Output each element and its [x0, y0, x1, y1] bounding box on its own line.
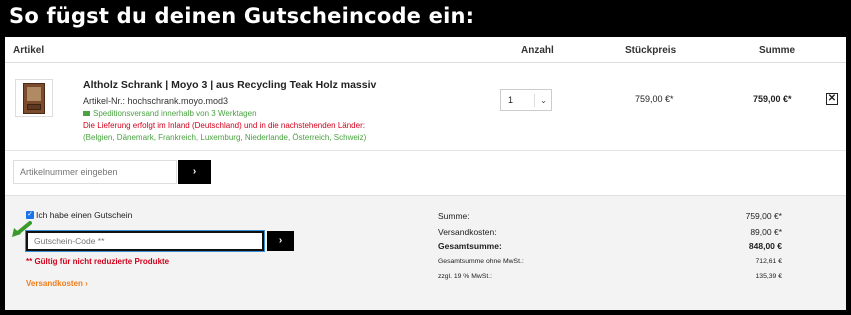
- article-number-input[interactable]: [13, 160, 177, 184]
- voucher-checkbox-label[interactable]: Ich habe einen Gutschein: [36, 210, 132, 220]
- checkout-summary-area: ✓ Ich habe einen Gutschein › ** Gültig f…: [5, 195, 846, 310]
- summary-summe-label: Summe:: [438, 211, 470, 221]
- close-icon[interactable]: ✕: [826, 93, 838, 105]
- table-row: Altholz Schrank | Moyo 3 | aus Recycling…: [5, 64, 846, 151]
- instruction-banner: So fügst du deinen Gutscheincode ein:: [0, 0, 851, 36]
- total-price: 759,00 €*: [753, 94, 792, 104]
- voucher-checkbox[interactable]: ✓: [26, 211, 34, 219]
- voucher-submit-button[interactable]: ›: [267, 231, 294, 251]
- summary-netto-value: 712,61 €: [755, 258, 782, 265]
- summary-gesamt-label: Gesamtsumme:: [438, 241, 502, 251]
- chevron-down-icon: ⌄: [534, 94, 552, 107]
- cart-panel: Artikel Anzahl Stückpreis Summe Altholz …: [5, 37, 846, 310]
- summary-mwst-label: zzgl. 19 % MwSt.:: [438, 273, 493, 280]
- cabinet-image: [23, 83, 45, 114]
- summary-gesamt-value: 848,00 €: [748, 241, 782, 251]
- product-name[interactable]: Altholz Schrank | Moyo 3 | aus Recycling…: [83, 79, 376, 91]
- cabinet-thumbnail[interactable]: [15, 79, 53, 117]
- truck-icon: [83, 111, 90, 117]
- shipping-costs-link[interactable]: Versandkosten ›: [26, 279, 88, 288]
- article-add-button[interactable]: ›: [178, 160, 211, 184]
- header-summe: Summe: [759, 45, 796, 56]
- header-anzahl: Anzahl: [521, 45, 554, 56]
- summary-netto-label: Gesamtsumme ohne MwSt.:: [438, 258, 524, 265]
- summary-versand-value: 89,00 €*: [750, 227, 782, 237]
- shipping-info: Speditionsversand innerhalb von 3 Werkta…: [83, 109, 257, 118]
- product-article-number: Artikel-Nr.: hochschrank.moyo.mod3: [83, 96, 229, 106]
- delivery-countries: (Belgien, Dänemark, Frankreich, Luxembur…: [83, 133, 367, 142]
- voucher-code-input[interactable]: [25, 230, 265, 252]
- arrow-pointer-icon: [12, 221, 32, 237]
- summary-versand-label: Versandkosten:: [438, 227, 497, 237]
- summary-summe-value: 759,00 €*: [745, 211, 782, 221]
- shipping-text: Speditionsversand innerhalb von 3 Werkta…: [93, 109, 257, 118]
- header-stueckpreis: Stückpreis: [625, 45, 677, 56]
- quantity-value: 1: [508, 95, 514, 105]
- summary-mwst-value: 135,39 €: [755, 273, 782, 280]
- quantity-select[interactable]: 1 ⌄: [500, 89, 552, 111]
- unit-price: 759,00 €*: [635, 94, 674, 104]
- delivery-warning: Die Lieferung erfolgt im Inland (Deutsch…: [83, 121, 365, 130]
- header-artikel: Artikel: [13, 45, 45, 56]
- banner-title: So fügst du deinen Gutscheincode ein:: [9, 4, 475, 28]
- table-header: Artikel Anzahl Stückpreis Summe: [5, 37, 846, 63]
- voucher-note: ** Gültig für nicht reduzierte Produkte: [26, 257, 170, 266]
